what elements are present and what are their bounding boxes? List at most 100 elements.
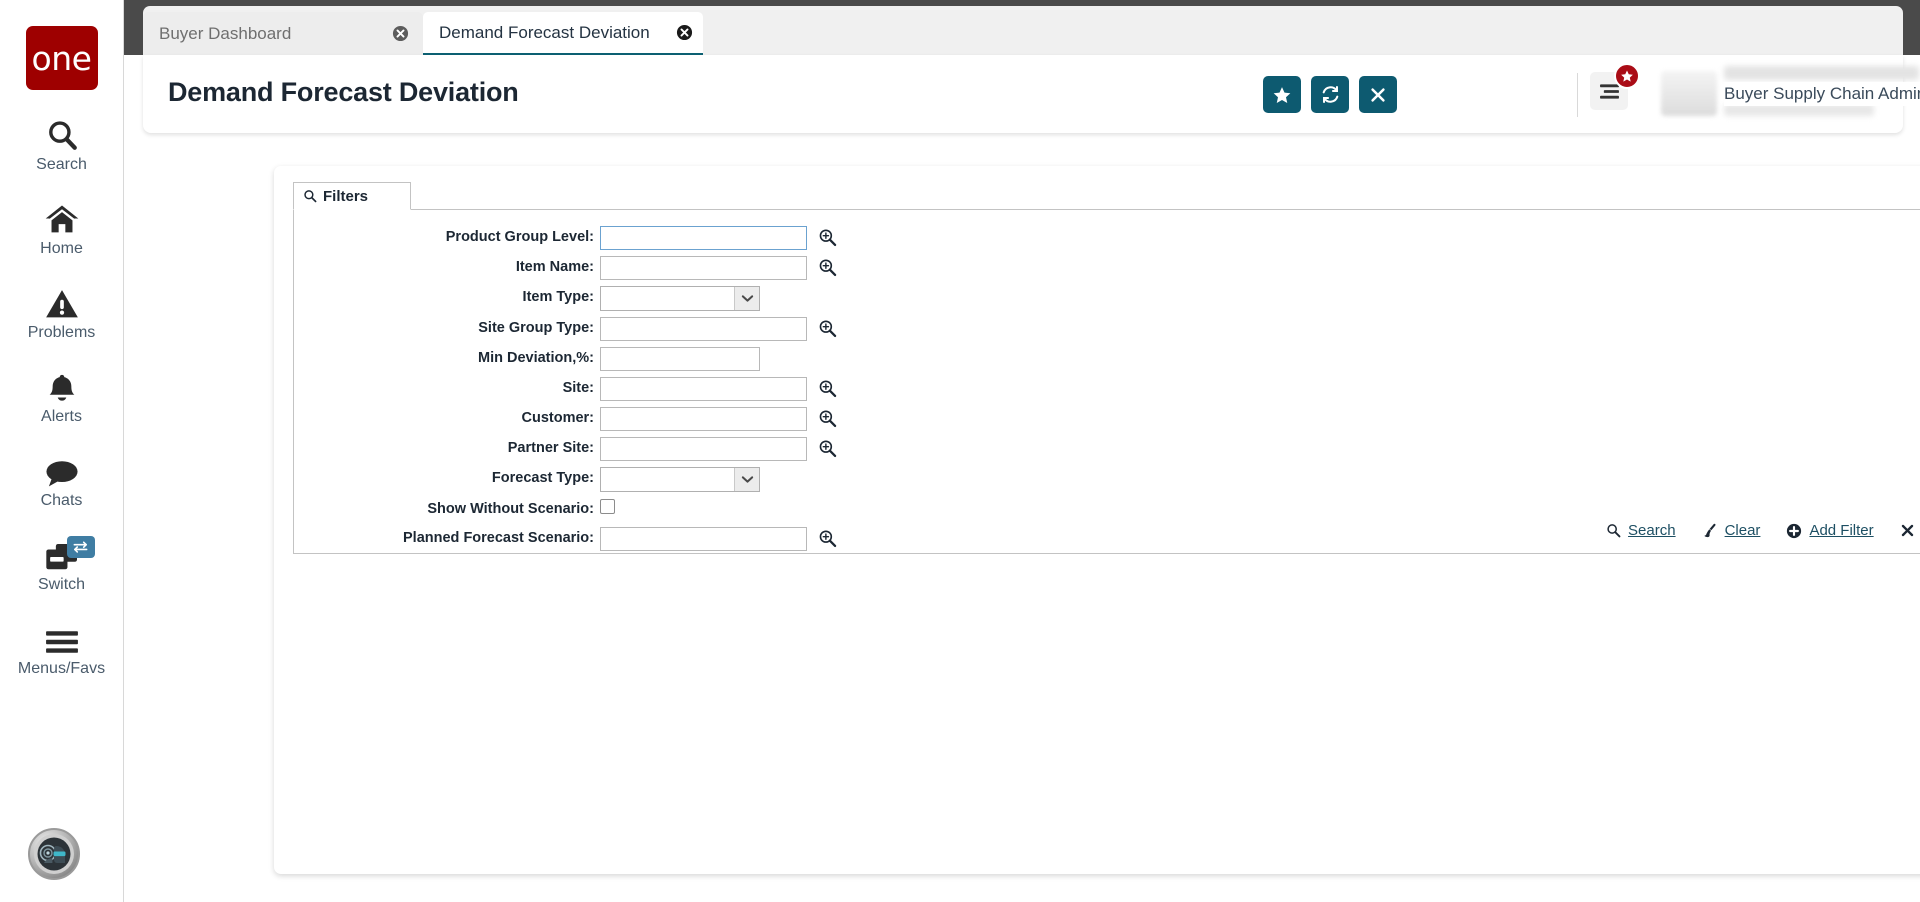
filter-label-wrap: Show Without Scenario:: [372, 498, 594, 524]
customer-input[interactable]: [600, 407, 807, 431]
filters-body: Product Group Level: Item Name: Item Typ…: [293, 209, 1920, 554]
sidebar-item-switch[interactable]: Switch: [0, 532, 124, 594]
magnifier-plus-icon[interactable]: [816, 316, 838, 340]
filters-search-link[interactable]: Search: [1606, 522, 1676, 539]
filter-row: Customer:: [372, 407, 852, 433]
broom-icon: [1702, 523, 1718, 538]
x-icon: [1900, 523, 1915, 538]
star-badge-icon: [1614, 63, 1640, 89]
filter-label-wrap: Forecast Type:: [372, 467, 594, 493]
filter-label: Site Group Type:: [478, 320, 594, 336]
forecast-type-select[interactable]: [600, 467, 760, 492]
plus-circle-icon: [1786, 523, 1802, 539]
filter-row: Planned Forecast Scenario:: [372, 527, 852, 553]
filters-tab[interactable]: Filters: [293, 182, 411, 210]
refresh-icon: [1320, 84, 1341, 105]
warning-triangle-icon: [45, 280, 79, 320]
search-icon: [45, 112, 79, 152]
ai-head-avatar-icon[interactable]: [28, 828, 80, 880]
sidebar-item-chats[interactable]: Chats: [0, 448, 124, 510]
magnifier-plus-icon[interactable]: [816, 376, 838, 400]
tab-buyer-dashboard[interactable]: Buyer Dashboard: [143, 12, 423, 55]
filter-label: Show Without Scenario:: [427, 501, 594, 517]
header-divider: [1577, 73, 1578, 117]
filter-row: Site:: [372, 377, 852, 403]
filter-row: Partner Site:: [372, 437, 852, 463]
filter-label: Min Deviation,%:: [477, 350, 594, 366]
filter-row: Item Type:: [372, 286, 852, 312]
swap-arrows-icon[interactable]: [66, 536, 95, 558]
magnifier-plus-icon[interactable]: [816, 406, 838, 430]
filter-row: Product Group Level:: [372, 226, 852, 252]
search-icon: [303, 189, 317, 203]
item-name-input[interactable]: [600, 256, 807, 280]
menu-lines-icon: [1599, 83, 1620, 100]
refresh-button[interactable]: [1311, 76, 1349, 113]
sidebar-item-home[interactable]: Home: [0, 196, 124, 258]
magnifier-plus-icon[interactable]: [816, 436, 838, 460]
sidebar-item-search[interactable]: Search: [0, 112, 124, 174]
filter-label: Product Group Level:: [445, 229, 594, 245]
sidebar-item-label: Chats: [40, 492, 83, 509]
tab-strip: Buyer Dashboard Demand Forecast Deviatio…: [124, 0, 1920, 56]
left-sidebar: one Search Home Problems Alerts Chats Sw…: [0, 0, 124, 902]
brand-logo[interactable]: one: [25, 26, 98, 90]
site-group-type-input[interactable]: [600, 317, 807, 341]
min-deviation-input[interactable]: [600, 347, 760, 371]
header-action-buttons: [1263, 76, 1397, 113]
x-icon: [1369, 86, 1387, 104]
filters-add-filter-label: Add Filter: [1809, 522, 1874, 539]
sidebar-item-label: Home: [40, 240, 83, 257]
sidebar-item-label: Menus/Favs: [17, 660, 106, 677]
sidebar-item-label: Problems: [27, 324, 96, 341]
filters-clear-label: Clear: [1724, 522, 1761, 539]
magnifier-plus-icon[interactable]: [816, 225, 838, 249]
close-circle-icon[interactable]: [392, 25, 409, 42]
site-input[interactable]: [600, 377, 807, 401]
filter-label: Site:: [562, 380, 594, 396]
filters-add-filter-link[interactable]: Add Filter: [1786, 522, 1874, 539]
filter-label-wrap: Customer:: [372, 407, 594, 433]
filters-clear-link[interactable]: Clear: [1702, 522, 1761, 539]
sidebar-item-problems[interactable]: Problems: [0, 280, 124, 342]
filter-label: Forecast Type:: [491, 470, 594, 486]
filters-search-label: Search: [1628, 522, 1676, 539]
filter-label: Item Type:: [522, 289, 594, 305]
sidebar-item-alerts[interactable]: Alerts: [0, 364, 124, 426]
show-without-scenario-checkbox[interactable]: [600, 499, 615, 514]
search-icon: [1606, 523, 1621, 538]
filter-row: Item Name:: [372, 256, 852, 282]
partner-site-input[interactable]: [600, 437, 807, 461]
product-group-level-input[interactable]: [600, 226, 807, 250]
magnifier-plus-icon[interactable]: [816, 526, 838, 550]
sidebar-item-label: Switch: [37, 576, 86, 593]
hamburger-icon: [44, 616, 80, 656]
avatar: [1661, 71, 1717, 116]
magnifier-plus-icon[interactable]: [816, 255, 838, 279]
page-title: Demand Forecast Deviation: [168, 77, 519, 107]
filter-label: Customer:: [521, 410, 594, 426]
filter-label-wrap: Site:: [372, 377, 594, 403]
user-name-redacted: [1724, 66, 1919, 80]
close-button[interactable]: [1359, 76, 1397, 113]
tab-demand-forecast-deviation[interactable]: Demand Forecast Deviation: [423, 12, 703, 56]
item-type-value: [601, 287, 734, 310]
close-circle-icon[interactable]: [676, 24, 693, 41]
page-header: Demand Forecast Deviation: [143, 55, 1903, 133]
filter-row: Site Group Type:: [372, 317, 852, 343]
sidebar-item-menus-favs[interactable]: Menus/Favs: [0, 616, 124, 678]
filter-label-wrap: Planned Forecast Scenario:: [372, 527, 594, 553]
star-icon: [1272, 85, 1292, 105]
filter-row: Forecast Type:: [372, 467, 852, 493]
favorite-button[interactable]: [1263, 76, 1301, 113]
planned-forecast-scenario-input[interactable]: [600, 527, 807, 551]
filter-label: Planned Forecast Scenario:: [403, 530, 594, 546]
filter-label: Partner Site:: [507, 440, 594, 456]
chevron-down-icon: [734, 287, 759, 310]
filters-close-link[interactable]: Close: [1900, 522, 1920, 539]
filter-label-wrap: Site Group Type:: [372, 317, 594, 343]
filter-label-wrap: Item Name:: [372, 256, 594, 282]
item-type-select[interactable]: [600, 286, 760, 311]
filters-footer: Search Clear Add Filter: [1606, 522, 1920, 539]
filter-row: Min Deviation,%:: [372, 347, 852, 373]
